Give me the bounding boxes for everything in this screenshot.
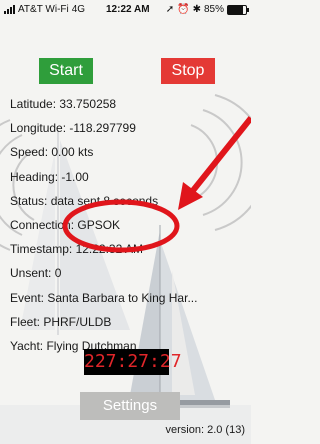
unsent-row: Unsent: 0 — [10, 266, 62, 281]
start-button[interactable]: Start — [39, 58, 93, 84]
carrier-label: AT&T Wi-Fi — [18, 4, 69, 15]
heading-row: Heading: -1.00 — [10, 169, 89, 184]
signal-bars-icon — [4, 5, 15, 14]
latitude-row: Latitude: 33.750258 — [10, 97, 117, 111]
elapsed-timer: 227:27:27 — [84, 349, 182, 375]
settings-button[interactable]: Settings — [80, 392, 180, 420]
battery-icon — [227, 4, 249, 15]
longitude-row: Longitude: -118.297799 — [10, 121, 136, 136]
battery-fill — [228, 5, 244, 14]
timestamp-row: Timestamp: 12:22:32 AM — [10, 242, 143, 257]
version-label: version: 2.0 (13) — [165, 424, 245, 436]
status-row: Status: data sent 8 seconds — [10, 193, 159, 208]
status-left: AT&T Wi-Fi 4G — [4, 4, 85, 15]
alarm-icon: ⏰ — [177, 4, 190, 15]
speed-row: Speed: 0.00 kts — [10, 145, 94, 160]
battery-percent: 85% — [203, 4, 224, 15]
stop-button[interactable]: Stop — [161, 58, 215, 84]
fleet-row: Fleet: PHRF/ULDB — [10, 314, 112, 329]
status-time: 12:22 AM — [106, 4, 150, 15]
status-bar: AT&T Wi-Fi 4G 12:22 AM ➚ ⏰ ✱ 85% — [0, 0, 251, 20]
event-row: Event: Santa Barbara to King Har... — [10, 290, 198, 305]
bluetooth-icon: ✱ — [192, 4, 201, 15]
status-right: ➚ ⏰ ✱ 85% — [165, 4, 249, 15]
tracking-info: Latitude: 33.750258 Longitude: -118.2977… — [10, 92, 250, 358]
network-label: 4G — [71, 4, 86, 15]
connection-row: Connection: GPSOK — [10, 217, 121, 232]
location-arrow-icon: ➚ — [165, 4, 175, 15]
